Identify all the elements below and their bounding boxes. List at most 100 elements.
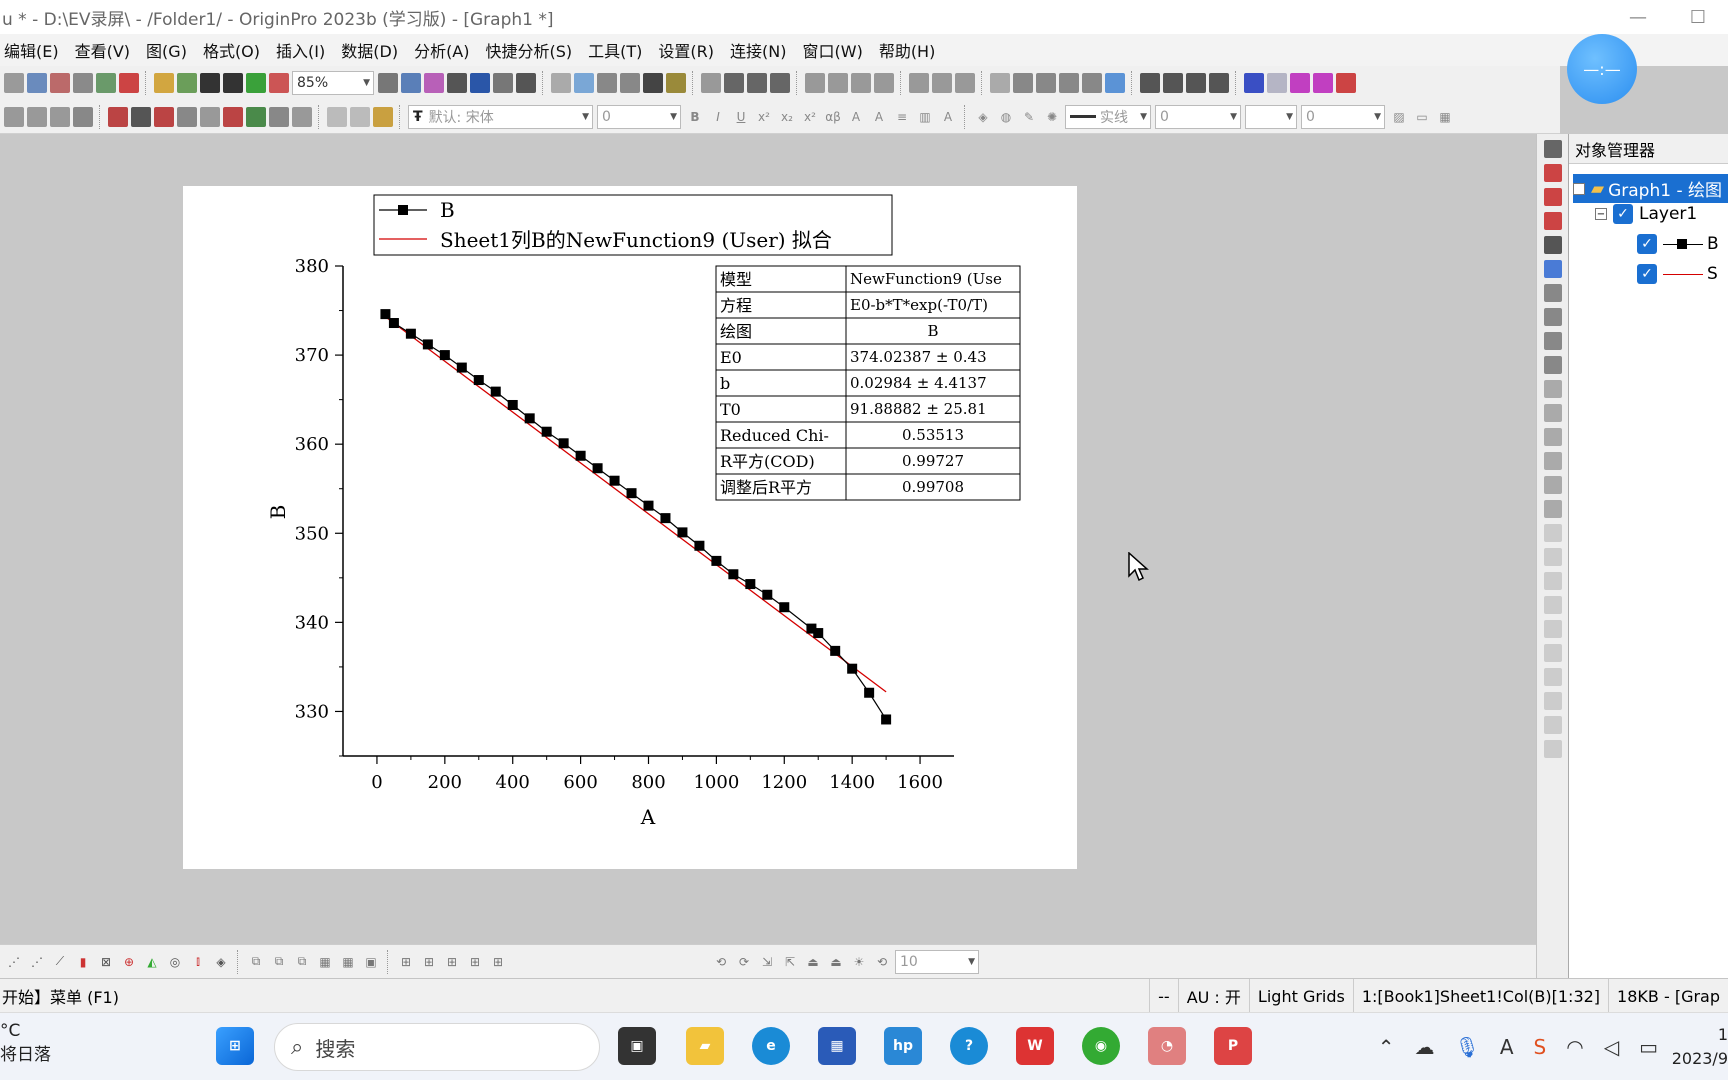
- legend[interactable]: B Sheet1列B的NewFunction9 (User) 拟合: [373, 194, 893, 256]
- notes-icon[interactable]: [447, 73, 467, 93]
- histogram-icon[interactable]: [874, 73, 894, 93]
- same-width-icon[interactable]: [1543, 668, 1562, 686]
- pointer-icon[interactable]: [4, 106, 24, 127]
- font-size-select[interactable]: 0 ▼: [597, 104, 681, 129]
- grid-icon[interactable]: ▦: [1435, 107, 1455, 127]
- first-icon[interactable]: [1140, 73, 1160, 93]
- italic-icon[interactable]: I: [708, 107, 728, 127]
- align-icon[interactable]: ≡: [892, 107, 912, 127]
- layout-4-icon[interactable]: ⊞: [465, 952, 485, 972]
- column-chart-icon[interactable]: [828, 73, 848, 93]
- axis-tool-icon[interactable]: [1543, 164, 1562, 182]
- decrease-font-icon[interactable]: A: [869, 107, 889, 127]
- wifi-icon[interactable]: ◠: [1566, 1035, 1583, 1059]
- stock-icon[interactable]: ⫾: [188, 952, 208, 972]
- rescale-icon[interactable]: [574, 73, 594, 93]
- menu-settings[interactable]: 设置(R): [658, 38, 714, 62]
- task-view-icon[interactable]: ▣: [618, 1027, 656, 1065]
- ungroup-icon[interactable]: [292, 106, 312, 127]
- line-symbol-icon[interactable]: ⟋: [50, 952, 70, 972]
- battery-icon[interactable]: ▭: [1639, 1035, 1658, 1059]
- scatter-plot-icon[interactable]: ⋰: [27, 952, 47, 972]
- next-icon[interactable]: [1186, 73, 1206, 93]
- line-color-icon[interactable]: ✎: [1019, 107, 1039, 127]
- store-icon[interactable]: ▦: [818, 1027, 856, 1065]
- back-icon[interactable]: [1543, 740, 1562, 758]
- 3d-reset-icon[interactable]: ⟲: [872, 952, 892, 972]
- copy-page-icon[interactable]: [424, 73, 444, 93]
- settings-gear-icon[interactable]: [666, 73, 686, 93]
- line-width-select[interactable]: 0 ▼: [1155, 104, 1241, 129]
- layer-3-icon[interactable]: [1543, 332, 1562, 350]
- graph-page[interactable]: B Sheet1列B的NewFunction9 (User) 拟合 0 200 40…: [183, 186, 1077, 869]
- template-2-icon[interactable]: ⧉: [269, 952, 289, 972]
- new-matrix-icon[interactable]: [50, 73, 70, 93]
- table-icon[interactable]: ▥: [915, 107, 935, 127]
- size-select[interactable]: 10 ▼: [895, 949, 979, 974]
- axis-top-icon[interactable]: [1543, 404, 1562, 422]
- clear-filter-icon[interactable]: [932, 73, 952, 93]
- polar-icon[interactable]: ◎: [165, 952, 185, 972]
- open-icon[interactable]: [154, 73, 174, 93]
- chart[interactable]: B Sheet1列B的NewFunction9 (User) 拟合 0 200 40…: [183, 186, 1077, 869]
- file-explorer-icon[interactable]: ▰: [686, 1027, 724, 1065]
- axis-frame-icon[interactable]: [1543, 476, 1562, 494]
- group-icon[interactable]: [269, 106, 289, 127]
- undo-icon[interactable]: [73, 106, 93, 127]
- rescale-tool-icon[interactable]: [1543, 236, 1562, 254]
- cloud-icon[interactable]: ☁: [1414, 1035, 1434, 1059]
- 3d-view-icon[interactable]: ⏏: [803, 952, 823, 972]
- 3d-projection-icon[interactable]: ⏏: [826, 952, 846, 972]
- axis-tool-2-icon[interactable]: [1543, 188, 1562, 206]
- zoom-select[interactable]: 85% ▼: [292, 71, 374, 95]
- menu-data[interactable]: 数据(D): [341, 38, 398, 62]
- reapply-filter-icon[interactable]: [955, 73, 975, 93]
- filter-icon[interactable]: [909, 73, 929, 93]
- volume-icon[interactable]: ◁: [1604, 1035, 1619, 1059]
- export-icon[interactable]: [401, 73, 421, 93]
- fill-color-icon[interactable]: ◈: [973, 107, 993, 127]
- layout-2-icon[interactable]: ⊞: [419, 952, 439, 972]
- set-y-icon[interactable]: [1036, 73, 1056, 93]
- same-height-icon[interactable]: [1543, 692, 1562, 710]
- align-bottom-icon[interactable]: [1543, 596, 1562, 614]
- align-right-icon[interactable]: [1543, 548, 1562, 566]
- align-top-icon[interactable]: [1543, 572, 1562, 590]
- status-cell-au[interactable]: AU : 开: [1177, 979, 1249, 1013]
- split-icon[interactable]: [1267, 73, 1287, 93]
- gradient-icon[interactable]: ▨: [1389, 107, 1409, 127]
- copy-format-icon[interactable]: [223, 106, 243, 127]
- statistics-icon[interactable]: [747, 73, 767, 93]
- ime-icon[interactable]: A: [1500, 1035, 1514, 1059]
- axis-bottom-icon[interactable]: [1543, 380, 1562, 398]
- clock[interactable]: 1 2023/9: [1672, 1023, 1728, 1071]
- menu-window[interactable]: 窗口(W): [803, 38, 863, 62]
- 3d-icon[interactable]: ◈: [211, 952, 231, 972]
- bar-chart-icon[interactable]: [805, 73, 825, 93]
- reader-icon[interactable]: [643, 73, 663, 93]
- panel-icon[interactable]: ▣: [361, 952, 381, 972]
- refresh-icon[interactable]: [246, 73, 266, 93]
- menu-quick-analysis[interactable]: 快捷分析(S): [486, 38, 573, 62]
- tree-item-plot-b[interactable]: ✓ B: [1637, 234, 1719, 254]
- restore-button[interactable]: ☐: [1668, 0, 1728, 34]
- fit-stats-table[interactable]: 模型 NewFunction9 (Use 方程 E0-b*T*exp(-T0/T) 绘图…: [715, 265, 1021, 501]
- last-icon[interactable]: [1209, 73, 1229, 93]
- origin-icon[interactable]: ◔: [1148, 1027, 1186, 1065]
- set-none-icon[interactable]: [1105, 73, 1125, 93]
- windows-start-icon[interactable]: ⊞: [216, 1027, 254, 1065]
- recent-icon[interactable]: [177, 73, 197, 93]
- distribute-icon[interactable]: [1543, 644, 1562, 662]
- template-3-icon[interactable]: ⧉: [292, 952, 312, 972]
- 3d-light-icon[interactable]: ☀: [849, 952, 869, 972]
- layout-1-icon[interactable]: ⊞: [396, 952, 416, 972]
- 3d-rotate-icon[interactable]: ⟲: [711, 952, 731, 972]
- layer-content-icon[interactable]: [200, 106, 220, 127]
- line-plot-icon[interactable]: ⋰: [4, 952, 24, 972]
- weather-widget[interactable]: °C 将日落: [0, 1019, 51, 1067]
- grid-plot-icon[interactable]: ▦: [315, 952, 335, 972]
- menu-analysis[interactable]: 分析(A): [414, 38, 469, 62]
- recorder-widget[interactable]: —:—: [1567, 34, 1637, 104]
- column-plot-icon[interactable]: ▮: [73, 952, 93, 972]
- help-icon[interactable]: ?: [950, 1027, 988, 1065]
